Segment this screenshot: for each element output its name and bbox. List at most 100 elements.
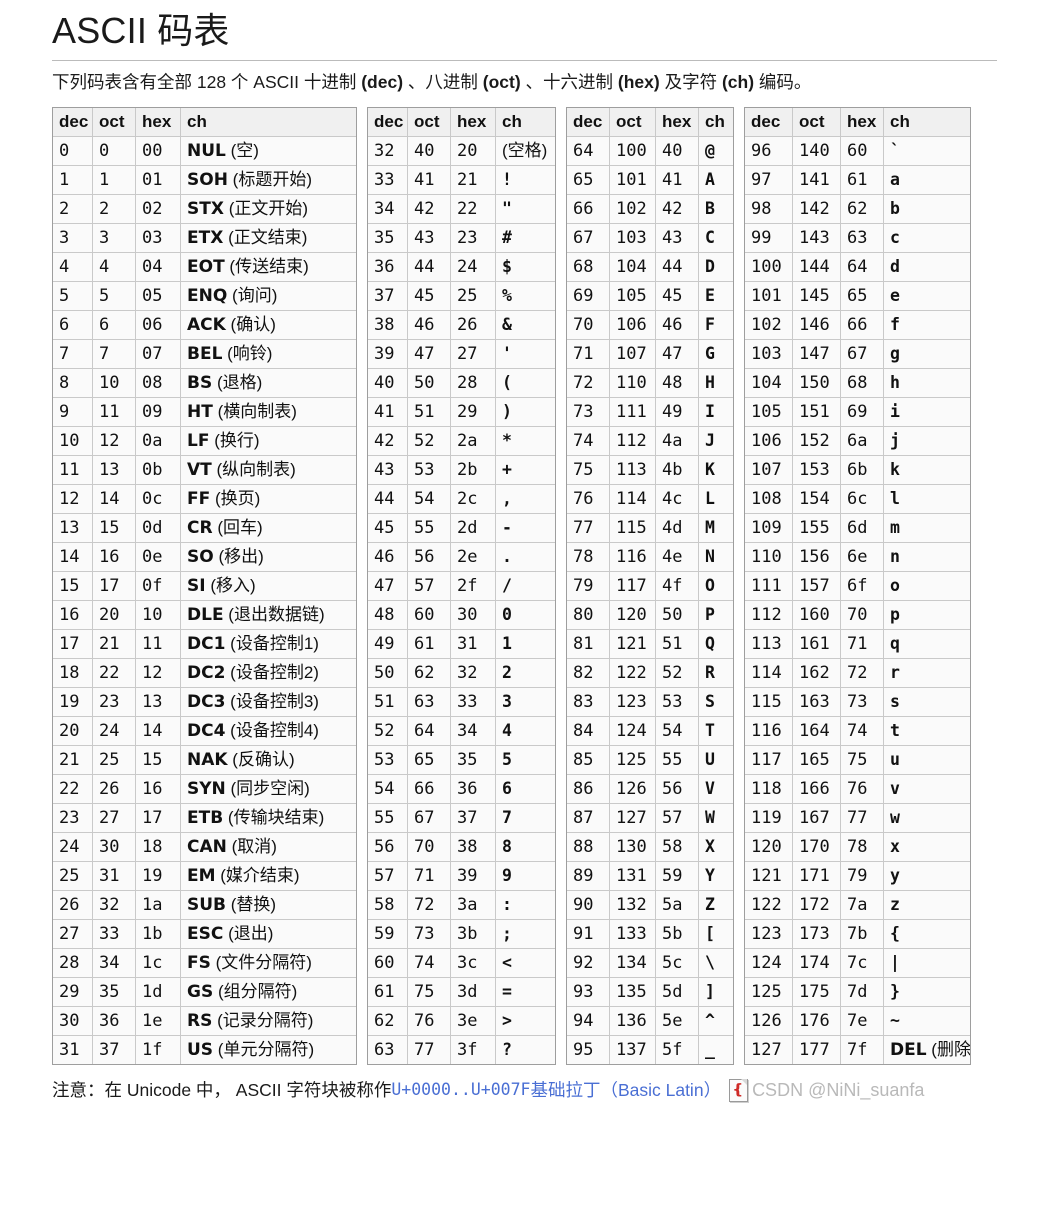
cell-dec: 99 [745, 224, 793, 253]
cell-ch: t [884, 717, 970, 746]
ch-glyph: ? [502, 1040, 512, 1059]
ch-glyph: Z [705, 895, 715, 914]
cell-dec: 37 [368, 282, 408, 311]
cell-oct: 135 [610, 978, 656, 1007]
cell-dec: 47 [368, 572, 408, 601]
cell-ch: ; [496, 920, 555, 949]
cell-oct: 124 [610, 717, 656, 746]
table-row: 67 103 43 C [567, 224, 733, 253]
cell-oct: 153 [793, 456, 841, 485]
ch-glyph: T [705, 721, 715, 740]
ch-abbr: SUB [187, 895, 227, 915]
cell-hex: 48 [656, 369, 699, 398]
ch-glyph: V [705, 779, 715, 798]
cell-ch: 9 [496, 862, 555, 891]
cell-dec: 76 [567, 485, 610, 514]
cell-ch: BEL (响铃) [181, 340, 356, 369]
table-row: 15 17 0f SI (移入) [53, 572, 356, 601]
ch-glyph: D [705, 257, 715, 276]
cell-hex: 29 [451, 398, 496, 427]
cell-dec: 14 [53, 543, 93, 572]
ch-glyph: Q [705, 634, 715, 653]
cell-ch: SO (移出) [181, 543, 356, 572]
cell-dec: 49 [368, 630, 408, 659]
cell-ch: + [496, 456, 555, 485]
cell-hex: 2c [451, 485, 496, 514]
cell-ch: h [884, 369, 970, 398]
unicode-range-link[interactable]: U+0000..U+007F [391, 1077, 530, 1103]
cell-dec: 96 [745, 137, 793, 166]
cell-dec: 100 [745, 253, 793, 282]
table-row: 74 112 4a J [567, 427, 733, 456]
cell-hex: 5c [656, 949, 699, 978]
cell-dec: 95 [567, 1036, 610, 1064]
cell-hex: 44 [656, 253, 699, 282]
cell-oct: 134 [610, 949, 656, 978]
cell-dec: 66 [567, 195, 610, 224]
table-row: 19 23 13 DC3 (设备控制3) [53, 688, 356, 717]
cell-oct: 101 [610, 166, 656, 195]
cell-hex: 0c [136, 485, 181, 514]
cell-ch: DC3 (设备控制3) [181, 688, 356, 717]
cell-oct: 136 [610, 1007, 656, 1036]
cell-oct: 177 [793, 1036, 841, 1064]
table-row: 14 16 0e SO (移出) [53, 543, 356, 572]
cell-ch: a [884, 166, 970, 195]
pdf-icon[interactable]: ❴ [729, 1079, 750, 1102]
table-row: 5 5 05 ENQ (询问) [53, 282, 356, 311]
table-header: dec oct hex ch [567, 108, 733, 137]
ch-glyph: i [890, 402, 900, 421]
cell-oct: 32 [93, 891, 136, 920]
cell-dec: 54 [368, 775, 408, 804]
ch-abbr: SI [187, 576, 206, 596]
ch-glyph: @ [705, 141, 715, 160]
cell-hex: 17 [136, 804, 181, 833]
table-row: 56 70 38 8 [368, 833, 555, 862]
cell-dec: 16 [53, 601, 93, 630]
cell-oct: 155 [793, 514, 841, 543]
cell-hex: 14 [136, 717, 181, 746]
ch-glyph: J [705, 431, 715, 450]
ch-glyph: f [890, 315, 900, 334]
ch-desc: (退格) [216, 373, 263, 392]
cell-oct: 76 [408, 1007, 451, 1036]
column-header-oct: oct [610, 108, 656, 137]
table-row: 60 74 3c < [368, 949, 555, 978]
ch-glyph: p [890, 605, 900, 624]
cell-ch: k [884, 456, 970, 485]
cell-oct: 56 [408, 543, 451, 572]
cell-dec: 21 [53, 746, 93, 775]
ch-glyph: O [705, 576, 715, 595]
cell-dec: 112 [745, 601, 793, 630]
cell-dec: 65 [567, 166, 610, 195]
table-row: 100 144 64 d [745, 253, 970, 282]
ch-abbr: LF [187, 431, 210, 451]
ch-glyph: + [502, 460, 512, 479]
cell-hex: 75 [841, 746, 884, 775]
ch-glyph: ~ [890, 1011, 900, 1030]
ch-abbr: HT [187, 402, 213, 422]
subtitle-text: 及字符 [659, 72, 722, 92]
table-row: 77 115 4d M [567, 514, 733, 543]
cell-dec: 19 [53, 688, 93, 717]
cell-ch: ~ [884, 1007, 970, 1036]
ch-desc: (退出) [228, 924, 274, 943]
cell-dec: 101 [745, 282, 793, 311]
cell-hex: 6b [841, 456, 884, 485]
cell-dec: 43 [368, 456, 408, 485]
ch-glyph: } [890, 982, 900, 1001]
cell-oct: 143 [793, 224, 841, 253]
cell-hex: 2d [451, 514, 496, 543]
ch-abbr: BEL [187, 344, 223, 364]
footnote-name-en: Basic Latin [617, 1080, 704, 1100]
ch-glyph: / [502, 576, 512, 595]
table-row: 125 175 7d} [745, 978, 970, 1007]
cell-dec: 17 [53, 630, 93, 659]
cell-ch: b [884, 195, 970, 224]
cell-dec: 26 [53, 891, 93, 920]
cell-hex: 1f [136, 1036, 181, 1064]
cell-hex: 66 [841, 311, 884, 340]
cell-oct: 114 [610, 485, 656, 514]
cell-hex: 2f [451, 572, 496, 601]
ch-desc: (单元分隔符) [217, 1040, 315, 1059]
